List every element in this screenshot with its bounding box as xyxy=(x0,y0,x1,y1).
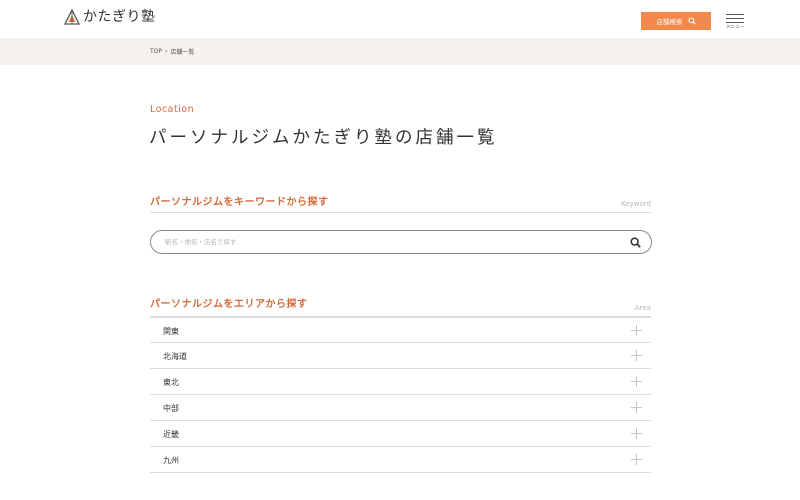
page-eyebrow: Location xyxy=(150,104,195,115)
logo-text: かたぎり塾 xyxy=(83,9,156,25)
area-label: 近畿 xyxy=(163,430,179,439)
area-label: 東北 xyxy=(163,378,179,387)
page-title: パーソナルジムかたぎり塾の店舗一覧 xyxy=(149,128,498,148)
plus-icon xyxy=(631,376,642,387)
area-label: 九州 xyxy=(163,456,179,465)
keyword-section-subtitle: Keyword xyxy=(621,200,651,208)
plus-icon xyxy=(631,454,642,465)
area-item-kinki[interactable]: 近畿 xyxy=(150,421,651,447)
area-item-tohoku[interactable]: 東北 xyxy=(150,369,651,395)
breadcrumb-bar: TOP › 店舗一覧 xyxy=(0,38,800,65)
breadcrumb-separator: › xyxy=(165,48,168,55)
breadcrumb-current: 店舗一覧 xyxy=(170,49,195,56)
area-item-hokkaido[interactable]: 北海道 xyxy=(150,343,651,369)
store-search-button[interactable]: 店舗検索 xyxy=(641,12,711,30)
keyword-search-input[interactable] xyxy=(165,236,605,248)
triangle-logo-icon xyxy=(64,9,80,25)
keyword-search-box xyxy=(150,230,652,254)
area-section-subtitle: Area xyxy=(634,304,651,312)
keyword-section-title: パーソナルジムをキーワードから探す xyxy=(150,197,329,208)
site-logo[interactable]: かたぎり塾 xyxy=(64,8,156,26)
area-section-header: パーソナルジムをエリアから探す Area xyxy=(150,295,651,317)
search-icon[interactable] xyxy=(630,237,641,248)
area-item-chubu[interactable]: 中部 xyxy=(150,395,651,421)
search-icon xyxy=(687,17,696,25)
breadcrumb-link-top[interactable]: TOP xyxy=(150,48,162,55)
hamburger-icon-bar xyxy=(726,22,744,23)
hamburger-menu-button[interactable]: メニュー xyxy=(724,13,746,33)
area-label: 中部 xyxy=(163,404,179,413)
plus-icon xyxy=(631,402,642,413)
store-search-label: 店舗検索 xyxy=(656,19,683,26)
site-header: かたぎり塾 店舗検索 メニュー xyxy=(0,0,800,38)
area-label: 関東 xyxy=(163,327,179,336)
keyword-section-header: パーソナルジムをキーワードから探す Keyword xyxy=(150,193,651,213)
area-label: 北海道 xyxy=(163,352,187,361)
breadcrumb: TOP › 店舗一覧 xyxy=(150,47,194,56)
area-section-title: パーソナルジムをエリアから探す xyxy=(150,299,308,310)
plus-icon xyxy=(631,350,642,361)
menu-label: メニュー xyxy=(726,25,744,30)
area-item-kanto[interactable]: 関東 xyxy=(150,317,651,343)
area-list: 関東 北海道 東北 中部 近畿 九州 xyxy=(150,317,651,473)
plus-icon xyxy=(631,325,642,336)
area-item-kyushu[interactable]: 九州 xyxy=(150,447,651,473)
plus-icon xyxy=(631,428,642,439)
